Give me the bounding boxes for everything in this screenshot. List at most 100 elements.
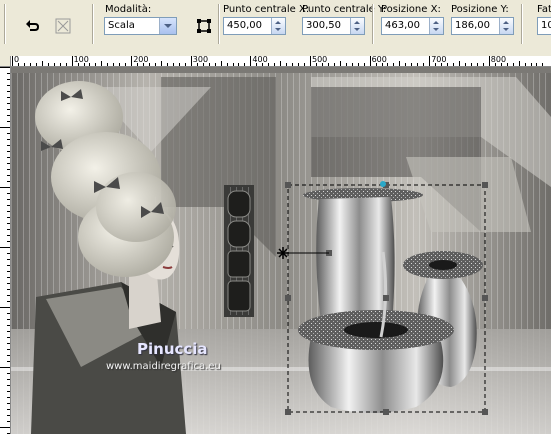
- ruler-minor-tick: [405, 63, 407, 66]
- ruler-minor-tick: [113, 63, 115, 66]
- ruler-minor-tick: [172, 63, 174, 66]
- ruler-minor-tick: [7, 181, 10, 182]
- center-x-field[interactable]: 450,00: [223, 17, 286, 35]
- ruler-minor-tick: [0, 127, 10, 128]
- ruler-minor-tick: [333, 63, 335, 66]
- ruler-minor-tick: [196, 63, 198, 66]
- horizontal-ruler[interactable]: 0 100 200 300 400 500 600 700 800: [11, 56, 551, 67]
- mode-select-value: Scala: [108, 20, 135, 31]
- ruler-major-tick: [71, 56, 73, 66]
- ruler-minor-tick: [381, 63, 383, 66]
- ruler-major-tick: [131, 56, 133, 66]
- ruler-minor-tick: [155, 63, 157, 66]
- ruler-minor-tick: [7, 313, 10, 314]
- ruler-minor-tick: [77, 63, 79, 66]
- ruler-minor-tick: [7, 361, 10, 362]
- ruler-label: 600: [371, 56, 387, 64]
- ruler-minor-tick: [536, 63, 538, 66]
- ruler-minor-tick: [7, 289, 10, 290]
- ruler-minor-tick: [375, 63, 377, 66]
- spin-arrows-icon[interactable]: [271, 18, 285, 34]
- mode-select[interactable]: Scala: [104, 17, 177, 35]
- ruler-minor-tick: [7, 409, 10, 410]
- ruler-minor-tick: [7, 133, 10, 134]
- ruler-minor-tick: [7, 205, 10, 206]
- chevron-down-icon[interactable]: [159, 18, 176, 34]
- ruler-minor-tick: [262, 63, 264, 66]
- center-y-field[interactable]: 300,50: [302, 17, 365, 35]
- ruler-minor-tick: [327, 63, 329, 66]
- ruler-minor-tick: [286, 63, 288, 66]
- ruler-minor-tick: [7, 373, 10, 374]
- ruler-minor-tick: [161, 61, 162, 66]
- ruler-label: 200: [133, 56, 149, 64]
- ruler-minor-tick: [7, 325, 10, 326]
- ruler-minor-tick: [29, 63, 31, 66]
- position-x-field[interactable]: 463,00: [381, 17, 444, 35]
- rotate-tool-icon: [26, 20, 40, 31]
- rotate-tool-button[interactable]: [21, 14, 45, 38]
- pick-tool-icon: [197, 19, 211, 33]
- ruler-minor-tick: [101, 61, 103, 66]
- spin-arrows-icon[interactable]: [499, 18, 513, 34]
- ruler-minor-tick: [7, 241, 10, 242]
- ruler-minor-tick: [447, 63, 449, 66]
- ruler-minor-tick: [7, 169, 10, 170]
- ruler-minor-tick: [292, 63, 294, 66]
- position-y-label: Posizione Y:: [451, 4, 509, 15]
- ruler-minor-tick: [0, 307, 10, 308]
- ruler-minor-tick: [339, 61, 341, 66]
- toolbar-separator: [521, 4, 523, 44]
- scale-field[interactable]: 100: [537, 17, 551, 35]
- ruler-minor-tick: [363, 63, 365, 66]
- ruler-minor-tick: [0, 427, 10, 428]
- ruler-minor-tick: [298, 63, 300, 66]
- ruler-minor-tick: [7, 337, 10, 338]
- reset-tool-icon: [55, 18, 71, 34]
- ruler-minor-tick: [47, 63, 49, 66]
- spin-arrows-icon[interactable]: [350, 18, 364, 34]
- ruler-minor-tick: [393, 63, 395, 66]
- ruler-minor-tick: [143, 63, 145, 66]
- toolbar-separator: [4, 4, 6, 44]
- ruler-minor-tick: [7, 223, 10, 224]
- ruler-major-tick: [429, 56, 431, 66]
- ruler-label: 800: [490, 56, 507, 64]
- mode-label: Modalità:: [105, 4, 152, 15]
- pick-tool-button[interactable]: [192, 14, 216, 38]
- ruler-minor-tick: [7, 343, 10, 344]
- ruler-minor-tick: [65, 63, 67, 66]
- ruler-minor-tick: [107, 63, 109, 66]
- image-canvas[interactable]: Pinuccia www.maidiregrafica.eu: [11, 67, 551, 434]
- ruler-label: 400: [252, 56, 268, 64]
- ruler-minor-tick: [7, 253, 10, 254]
- ruler-minor-tick: [149, 63, 151, 66]
- spin-arrows-icon[interactable]: [429, 18, 443, 34]
- ruler-minor-tick: [274, 63, 276, 66]
- ruler-minor-tick: [7, 79, 10, 80]
- ruler-minor-tick: [280, 61, 282, 66]
- canvas-artwork: [11, 67, 551, 434]
- ruler-minor-tick: [7, 355, 10, 356]
- ruler-major-tick: [250, 56, 252, 66]
- center-x-value: 450,00: [227, 20, 262, 31]
- ruler-minor-tick: [512, 63, 514, 66]
- ruler-major-tick: [488, 56, 490, 66]
- ruler-minor-tick: [470, 63, 472, 66]
- position-y-field[interactable]: 186,00: [451, 17, 514, 35]
- ruler-minor-tick: [506, 63, 508, 66]
- ruler-minor-tick: [7, 211, 10, 212]
- ruler-minor-tick: [214, 63, 216, 66]
- ruler-minor-tick: [125, 63, 127, 66]
- ruler-major-tick: [12, 56, 13, 66]
- ruler-minor-tick: [417, 63, 419, 66]
- ruler-minor-tick: [7, 121, 10, 122]
- ruler-minor-tick: [7, 277, 10, 278]
- ruler-minor-tick: [238, 63, 240, 66]
- ruler-minor-tick: [7, 265, 10, 266]
- ruler-minor-tick: [7, 151, 10, 152]
- vertical-ruler[interactable]: [0, 67, 11, 434]
- ruler-minor-tick: [208, 63, 210, 66]
- reset-tool-button[interactable]: [51, 14, 75, 38]
- ruler-minor-tick: [7, 109, 10, 110]
